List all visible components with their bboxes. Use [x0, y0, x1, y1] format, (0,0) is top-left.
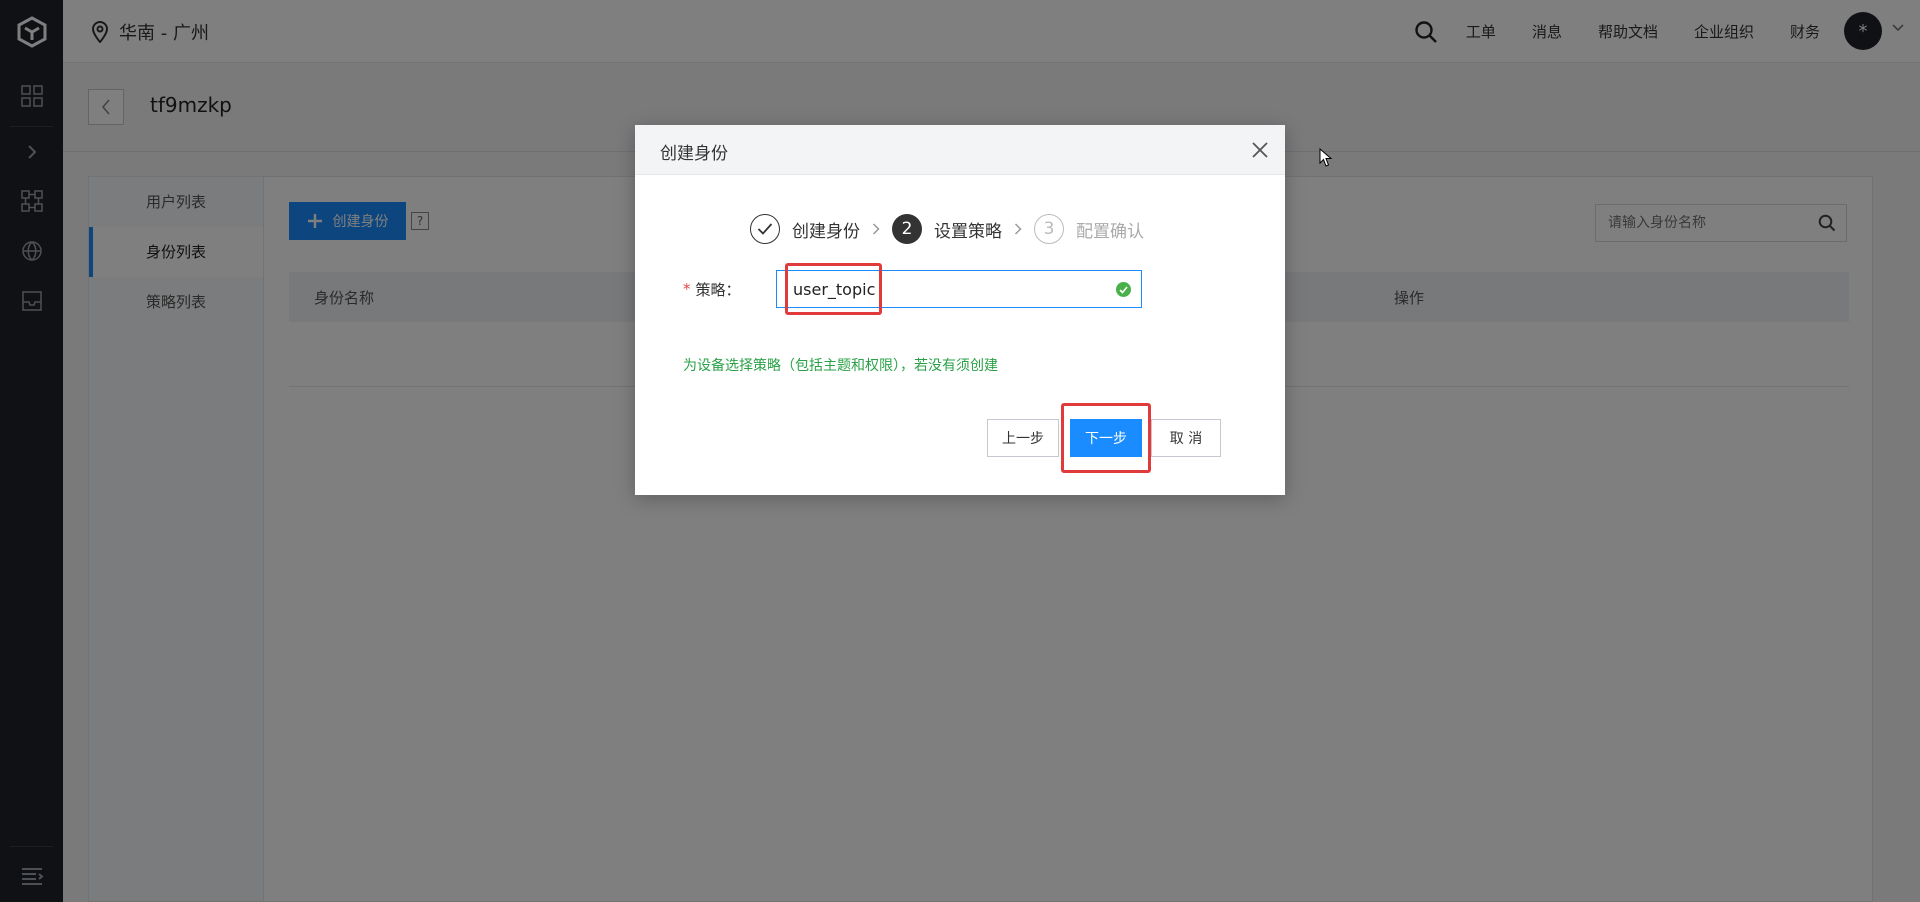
highlight-box-policy	[785, 263, 882, 315]
step-2: 2 设置策略	[892, 214, 1002, 244]
step-1: 创建身份	[750, 214, 860, 244]
dialog-header: 创建身份	[635, 125, 1285, 175]
step-3: 3 配置确认	[1034, 214, 1144, 244]
step-1-label: 创建身份	[792, 221, 860, 242]
create-identity-dialog: 创建身份 创建身份 2 设置策略 3 配置确认 * 策略： 为设备选	[635, 125, 1285, 495]
step-2-label: 设置策略	[934, 221, 1002, 242]
dialog-title: 创建身份	[660, 144, 728, 164]
step-indicator: 创建身份 2 设置策略 3 配置确认	[750, 213, 1144, 245]
chevron-right-icon	[872, 223, 880, 235]
step-2-number: 2	[892, 214, 922, 244]
policy-label: 策略：	[695, 280, 741, 299]
policy-field-row: * 策略：	[683, 270, 741, 308]
prev-step-button[interactable]: 上一步	[987, 419, 1059, 457]
valid-check-icon	[1116, 282, 1131, 297]
highlight-box-next	[1061, 403, 1151, 473]
required-mark: *	[683, 280, 691, 298]
mouse-cursor-icon	[1319, 148, 1333, 167]
chevron-right-icon	[1014, 223, 1022, 235]
cancel-button[interactable]: 取 消	[1151, 419, 1221, 457]
check-icon	[750, 214, 780, 244]
step-3-number: 3	[1034, 214, 1064, 244]
close-icon[interactable]	[1247, 137, 1273, 163]
step-3-label: 配置确认	[1076, 221, 1144, 242]
policy-hint: 为设备选择策略（包括主题和权限），若没有须创建	[683, 358, 998, 374]
